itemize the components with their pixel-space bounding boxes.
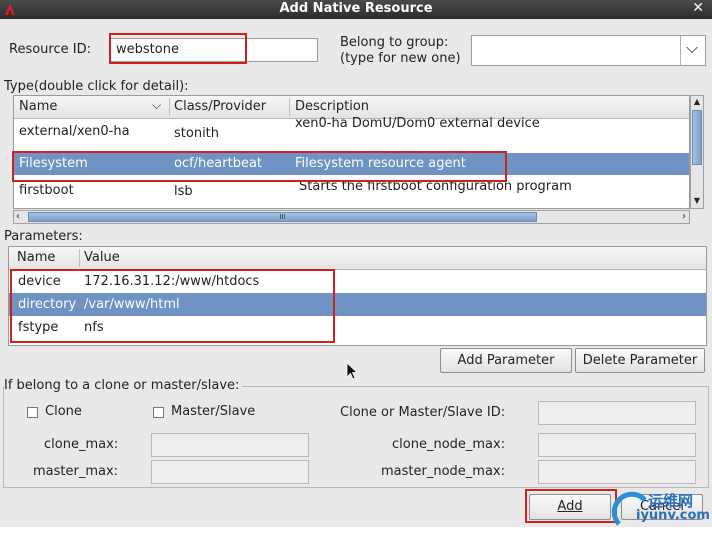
type-table: Name ⌵ Class/Provider Description extern… xyxy=(13,95,690,209)
add-native-resource-dialog: Add Native Resource ✕ Resource ID: webst… xyxy=(0,0,712,535)
type-row-class: stonith xyxy=(174,126,220,141)
master-slave-checkbox[interactable] xyxy=(153,407,164,418)
type-vscrollbar[interactable]: ▲ ▼ xyxy=(690,95,704,209)
type-row-name: firstboot xyxy=(19,183,74,198)
title-bar: Add Native Resource ✕ xyxy=(0,0,712,19)
type-row-description: Filesystem resource agent xyxy=(295,156,466,171)
group-label-line1: Belong to group: xyxy=(340,35,449,50)
add-button[interactable]: Add xyxy=(529,494,611,520)
parameter-value: /var/www/html xyxy=(84,297,180,312)
col-description[interactable]: Description xyxy=(295,99,369,114)
arrow-left-icon[interactable]: ‹ xyxy=(16,211,20,222)
parameters-header: Name Value xyxy=(9,247,706,270)
chevron-down-icon[interactable]: ⌵ xyxy=(686,38,698,58)
vscroll-thumb[interactable] xyxy=(692,110,702,165)
clone-checkbox[interactable] xyxy=(27,407,38,418)
type-row[interactable]: firstboot lsb Starts the firstboot confi… xyxy=(14,177,689,202)
parameter-value: nfs xyxy=(84,320,104,335)
parameter-name: fstype xyxy=(18,320,59,335)
type-row[interactable]: external/xen0-ha stonith xen0-ha DomU/Do… xyxy=(14,116,689,149)
add-parameter-button[interactable]: Add Parameter xyxy=(440,348,572,373)
arrow-up-icon[interactable]: ▲ xyxy=(692,97,702,107)
type-row-class: ocf/heartbeat xyxy=(174,156,263,171)
delete-parameter-button[interactable]: Delete Parameter xyxy=(575,348,705,373)
type-row-description: xen0-ha DomU/Dom0 external device xyxy=(295,116,540,131)
col-divider xyxy=(289,98,290,116)
parameter-row-selected[interactable]: directory /var/www/html xyxy=(9,293,706,316)
resource-id-label: Resource ID: xyxy=(9,42,91,57)
master-node-max-input[interactable] xyxy=(538,460,696,484)
mouse-cursor-icon xyxy=(346,362,358,380)
param-col-name[interactable]: Name xyxy=(17,250,55,265)
type-section-label: Type(double click for detail): xyxy=(4,79,189,94)
clone-section-label: If belong to a clone or master/slave: xyxy=(4,378,243,393)
group-label-line2: (type for new one) xyxy=(340,51,461,66)
parameter-name: device xyxy=(18,274,61,289)
clone-node-max-input[interactable] xyxy=(538,433,696,457)
sort-chevron-icon: ⌵ xyxy=(152,98,162,112)
master-max-input[interactable] xyxy=(151,460,309,484)
arrow-right-icon[interactable]: › xyxy=(682,211,686,222)
col-divider xyxy=(169,98,170,116)
clone-node-max-label: clone_node_max: xyxy=(392,437,506,452)
col-class[interactable]: Class/Provider xyxy=(174,99,266,114)
resource-id-input[interactable]: webstone xyxy=(110,38,318,62)
bottom-edge xyxy=(0,527,712,535)
param-col-value[interactable]: Value xyxy=(84,250,120,265)
col-divider xyxy=(79,249,80,267)
clone-checkbox-label: Clone xyxy=(45,404,82,419)
type-row-name: Filesystem xyxy=(19,156,88,171)
clone-id-input[interactable] xyxy=(538,401,696,425)
parameters-table: Name Value device 172.16.31.12:/www/htdo… xyxy=(8,246,707,346)
master-slave-checkbox-label: Master/Slave xyxy=(171,404,256,419)
type-row-selected[interactable]: Filesystem ocf/heartbeat Filesystem reso… xyxy=(14,153,689,175)
close-icon[interactable]: ✕ xyxy=(692,0,704,16)
parameters-label: Parameters: xyxy=(4,229,83,244)
parameter-name: directory xyxy=(18,297,77,312)
group-combo-input[interactable] xyxy=(471,35,706,66)
arrow-down-icon[interactable]: ▼ xyxy=(692,196,702,206)
type-row-name: external/xen0-ha xyxy=(19,124,130,139)
parameter-row[interactable]: fstype nfs xyxy=(9,316,706,339)
clone-max-input[interactable] xyxy=(151,433,309,457)
col-name[interactable]: Name xyxy=(19,99,57,114)
hscroll-thumb[interactable]: III xyxy=(28,212,537,222)
master-max-label: master_max: xyxy=(33,464,119,479)
clone-max-label: clone_max: xyxy=(44,437,119,452)
clone-id-label: Clone or Master/Slave ID: xyxy=(340,405,506,420)
window-title: Add Native Resource xyxy=(279,1,433,16)
parameter-row[interactable]: device 172.16.31.12:/www/htdocs xyxy=(9,270,706,293)
combo-divider xyxy=(680,36,681,65)
parameter-value: 172.16.31.12:/www/htdocs xyxy=(84,274,260,289)
master-node-max-label: master_node_max: xyxy=(381,464,505,479)
watermark-text-en: iyunv.com xyxy=(636,508,710,523)
type-row-description: Starts the firstboot configuration progr… xyxy=(299,179,572,194)
type-hscrollbar[interactable]: ‹ III › xyxy=(13,210,690,224)
type-row-class: lsb xyxy=(174,184,193,199)
